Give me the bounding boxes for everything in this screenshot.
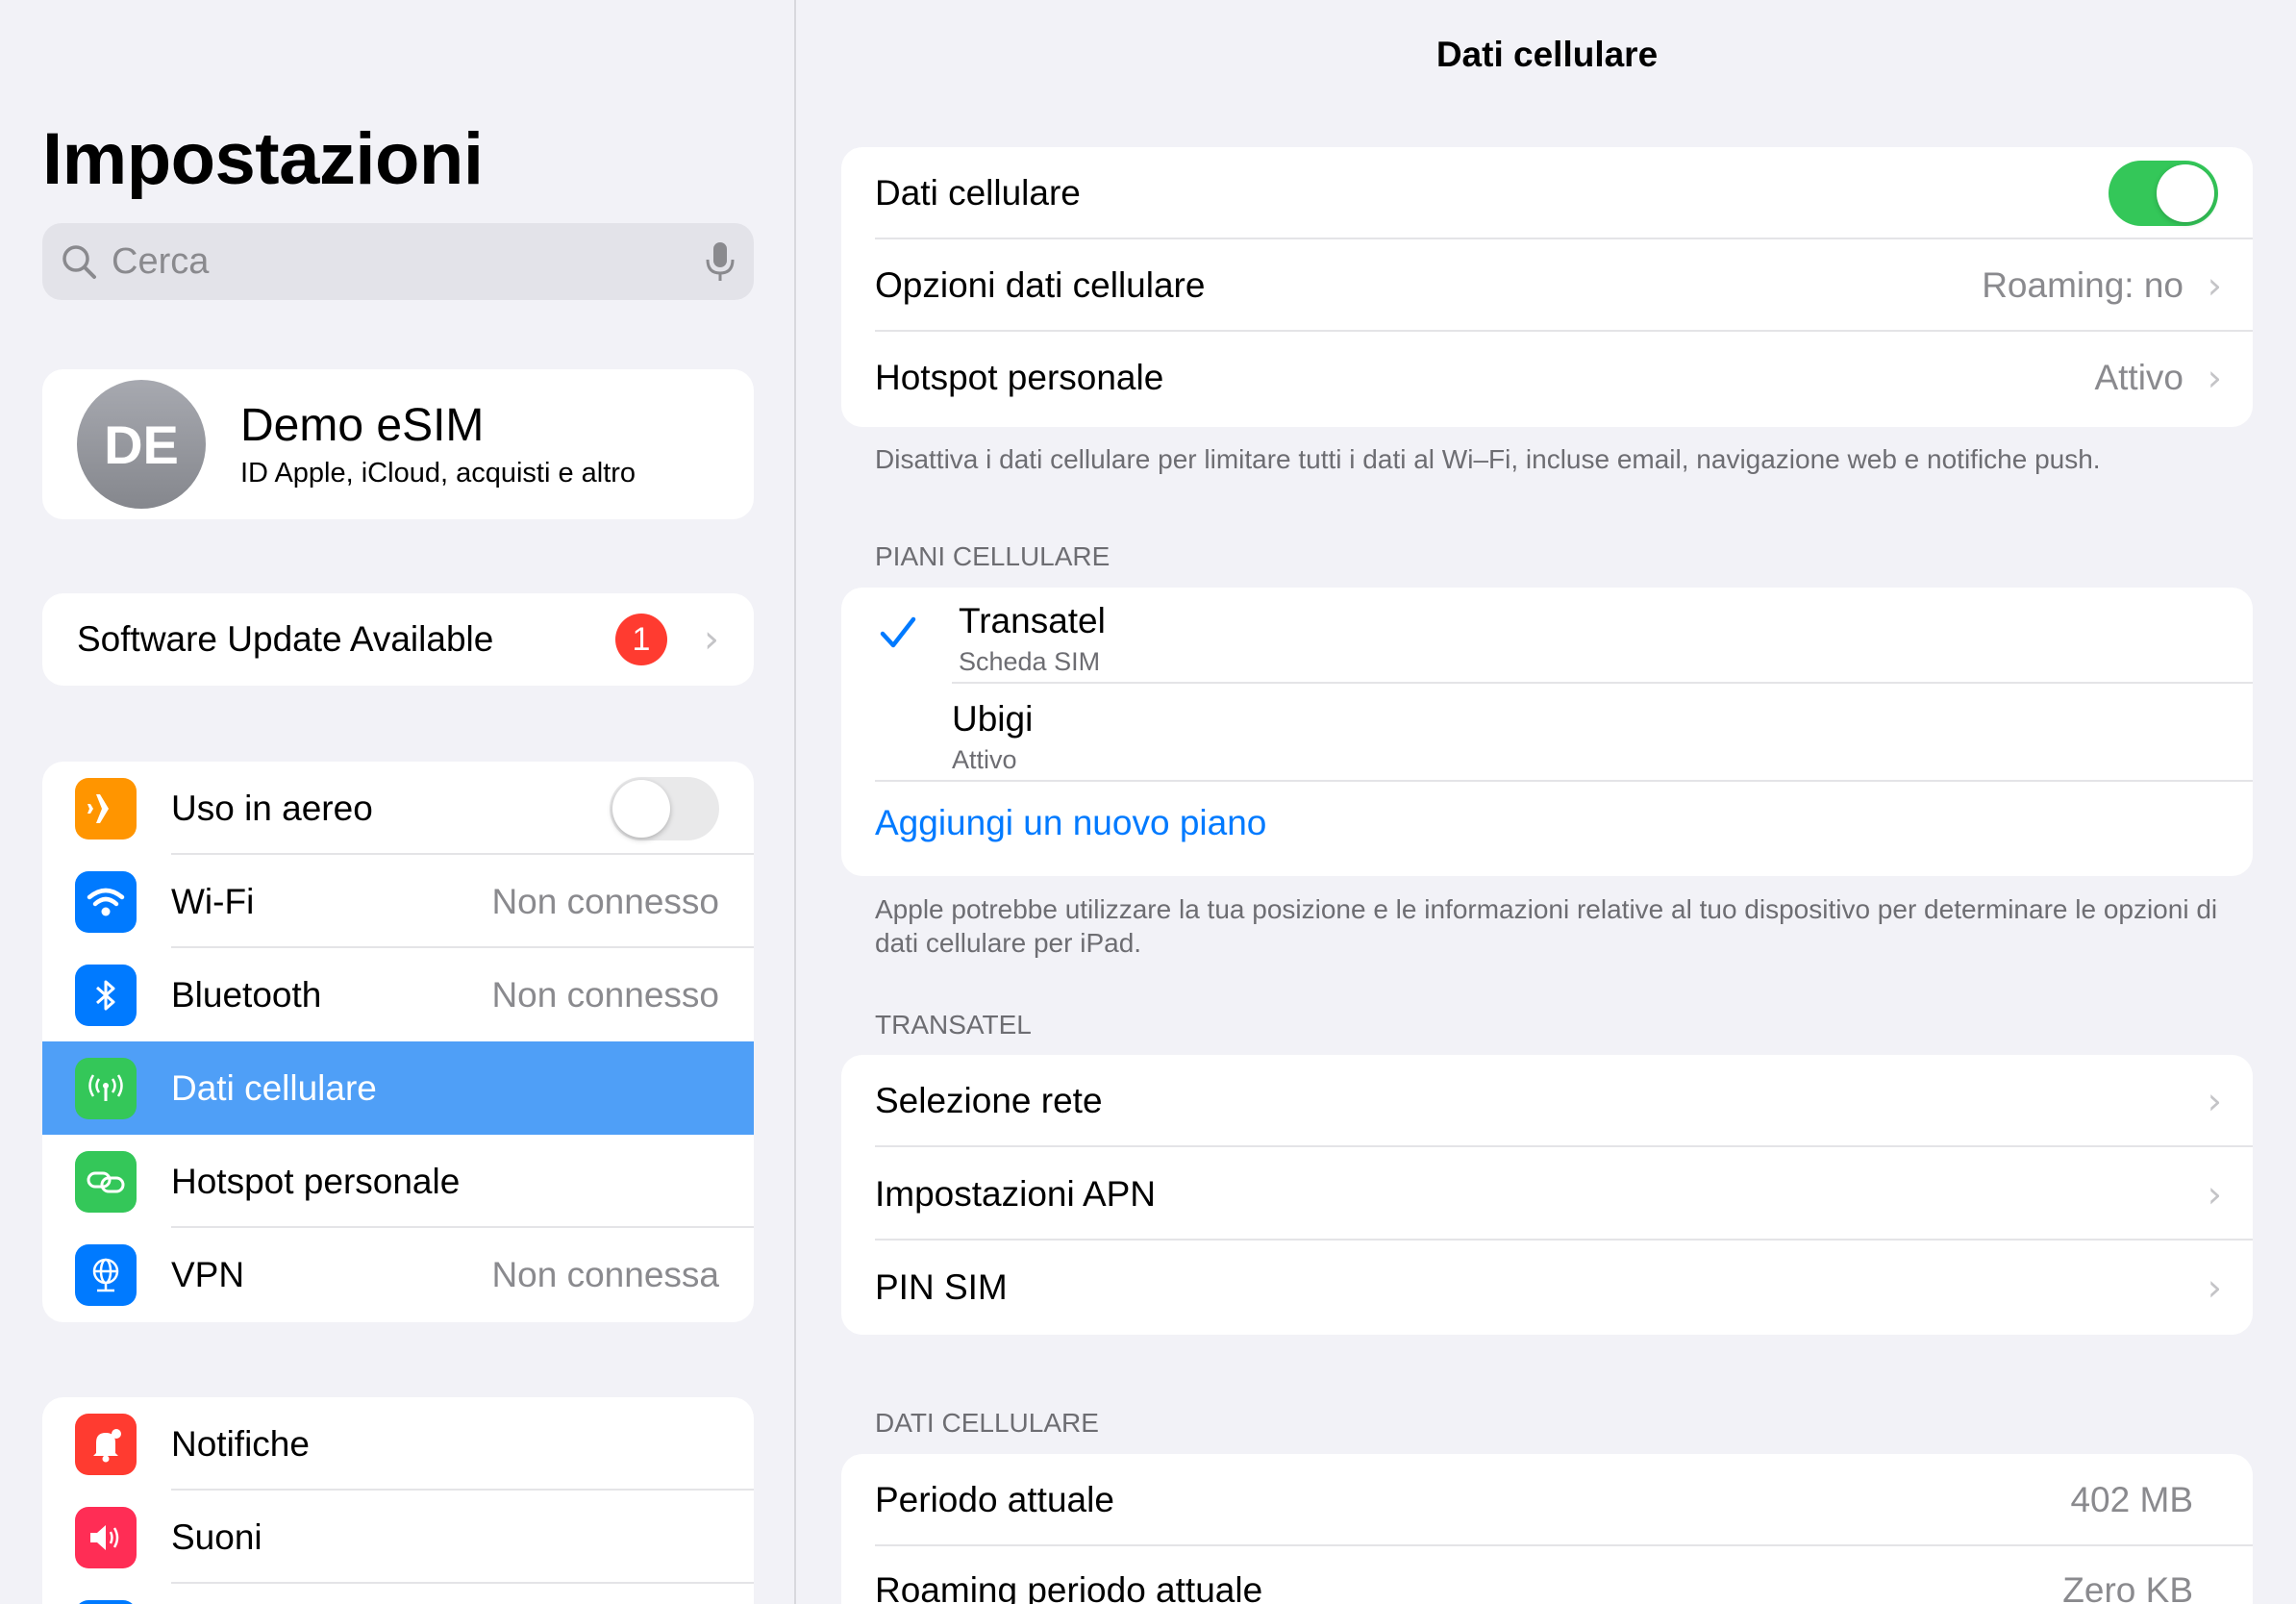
connectivity-group: Uso in aereo Wi-Fi Non connesso Bluetoot…: [42, 762, 754, 1322]
bell-icon: [75, 1414, 137, 1475]
chevron-right-icon: ›: [704, 617, 719, 662]
cellular-data-row: Dati cellulare: [841, 147, 2253, 239]
sidebar-item-label: VPN: [171, 1254, 245, 1294]
chevron-right-icon: ›: [2207, 1266, 2222, 1309]
speaker-icon: [75, 1507, 137, 1568]
sidebar-item-label: Uso in aereo: [171, 788, 373, 828]
avatar: DE: [77, 380, 206, 509]
sidebar-item-next[interactable]: [42, 1584, 754, 1604]
transatel-section-header: TRANSATEL: [875, 1010, 1032, 1040]
chevron-right-icon: ›: [2207, 1080, 2222, 1122]
plan-row-transatel[interactable]: Transatel Scheda SIM: [841, 588, 2253, 684]
partial-icon: [75, 1600, 137, 1604]
cellular-main-group: Dati cellulare Opzioni dati cellulare Ro…: [841, 147, 2253, 427]
cellular-footer-note: Disattiva i dati cellulare per limitare …: [875, 444, 2101, 474]
airplane-mode-toggle[interactable]: [610, 777, 719, 840]
row-value: Zero KB: [2062, 1570, 2193, 1604]
row-value: Attivo: [2094, 358, 2184, 397]
sidebar-item-bluetooth[interactable]: Bluetooth Non connesso: [42, 948, 754, 1041]
sidebar-item-value: Non connesso: [491, 881, 719, 921]
plan-name: Ubigi: [952, 699, 1034, 739]
search-icon: [62, 245, 96, 279]
sidebar-item-label: Wi-Fi: [171, 881, 255, 921]
cellular-data-toggle[interactable]: [2109, 161, 2218, 226]
plan-subtitle: Attivo: [952, 745, 1017, 774]
plan-name: Transatel: [959, 601, 1106, 640]
row-label: PIN SIM: [875, 1267, 1008, 1307]
hotspot-link-icon: [75, 1151, 137, 1213]
row-value: 402 MB: [2070, 1480, 2193, 1519]
sidebar-item-label: Hotspot personale: [171, 1161, 461, 1201]
bluetooth-icon: [75, 965, 137, 1026]
add-new-plan-link[interactable]: Aggiungi un nuovo piano: [875, 803, 1266, 843]
checkmark-icon: [880, 616, 916, 648]
current-period-row: Periodo attuale 402 MB: [841, 1454, 2253, 1546]
cellular-plans-group: Transatel Scheda SIM Ubigi Attivo Aggiun…: [841, 588, 2253, 876]
cellular-data-detail: Dati cellulare Dati cellulare Opzioni da…: [798, 0, 2296, 1604]
row-label: Opzioni dati cellulare: [875, 265, 1206, 305]
settings-sidebar: Impostazioni Cerca DE Demo eSIM ID Apple…: [0, 0, 796, 1604]
page-title: Dati cellulare: [1435, 35, 1659, 74]
transatel-group: Selezione rete › Impostazioni APN › PIN …: [841, 1055, 2253, 1335]
plan-subtitle: Scheda SIM: [959, 647, 1101, 676]
search-field[interactable]: Cerca: [42, 223, 754, 300]
row-label: Periodo attuale: [875, 1480, 1114, 1519]
update-badge: 1: [615, 614, 667, 665]
sidebar-title: Impostazioni: [42, 118, 484, 200]
cellular-antenna-icon: [75, 1058, 137, 1119]
chevron-right-icon: ›: [2207, 264, 2222, 307]
row-label: Dati cellulare: [875, 173, 1081, 213]
row-label: Selezione rete: [875, 1081, 1103, 1120]
apn-settings-row[interactable]: Impostazioni APN ›: [841, 1148, 2253, 1241]
sidebar-item-vpn[interactable]: VPN Non connessa: [42, 1228, 754, 1321]
notifications-group: Notifiche Suoni: [42, 1397, 754, 1604]
sidebar-item-label: Notifiche: [171, 1423, 310, 1464]
chevron-right-icon: ›: [2207, 357, 2222, 399]
row-label: Roaming periodo attuale: [875, 1570, 1263, 1604]
profile-name: Demo eSIM: [240, 400, 485, 451]
personal-hotspot-row[interactable]: Hotspot personale Attivo ›: [841, 332, 2253, 424]
plan-row-ubigi[interactable]: Ubigi Attivo: [841, 686, 2253, 782]
current-period-roaming-row: Roaming periodo attuale Zero KB: [841, 1544, 2253, 1604]
wifi-icon: [75, 871, 137, 933]
vpn-globe-icon: [75, 1244, 137, 1306]
sidebar-item-label: Suoni: [171, 1516, 262, 1557]
airplane-icon: [75, 778, 137, 840]
profile-subtitle: ID Apple, iCloud, acquisti e altro: [240, 458, 636, 489]
software-update-row[interactable]: Software Update Available 1 ›: [42, 593, 754, 686]
usage-group: Periodo attuale 402 MB Roaming periodo a…: [841, 1454, 2253, 1604]
apple-id-profile[interactable]: DE Demo eSIM ID Apple, iCloud, acquisti …: [42, 369, 754, 519]
sidebar-item-label: Bluetooth: [171, 974, 322, 1015]
row-label: Impostazioni APN: [875, 1174, 1157, 1214]
cellular-data-options-row[interactable]: Opzioni dati cellulare Roaming: no ›: [841, 239, 2253, 332]
network-selection-row[interactable]: Selezione rete ›: [841, 1055, 2253, 1147]
row-value: Roaming: no: [1982, 265, 2184, 305]
sidebar-item-wifi[interactable]: Wi-Fi Non connesso: [42, 855, 754, 948]
software-update-label: Software Update Available: [77, 619, 494, 659]
row-label: Hotspot personale: [875, 358, 1164, 397]
sidebar-item-cellular-data[interactable]: Dati cellulare: [42, 1041, 754, 1135]
sidebar-item-sounds[interactable]: Suoni: [42, 1491, 754, 1584]
sidebar-item-label: Dati cellulare: [171, 1067, 377, 1108]
microphone-icon[interactable]: [704, 240, 736, 283]
sidebar-item-airplane-mode[interactable]: Uso in aereo: [42, 762, 754, 855]
plans-section-header: PIANI CELLULARE: [875, 541, 1111, 571]
sim-pin-row[interactable]: PIN SIM ›: [841, 1241, 2253, 1334]
sidebar-item-value: Non connessa: [491, 1254, 719, 1294]
chevron-right-icon: ›: [2207, 1173, 2222, 1216]
search-placeholder: Cerca: [112, 240, 210, 282]
plans-footer-note: Apple potrebbe utilizzare la tua posizio…: [875, 894, 2218, 958]
sidebar-item-notifications[interactable]: Notifiche: [42, 1397, 754, 1491]
usage-section-header: DATI CELLULARE: [875, 1408, 1099, 1438]
sidebar-item-value: Non connesso: [491, 974, 719, 1015]
sidebar-item-personal-hotspot[interactable]: Hotspot personale: [42, 1135, 754, 1228]
